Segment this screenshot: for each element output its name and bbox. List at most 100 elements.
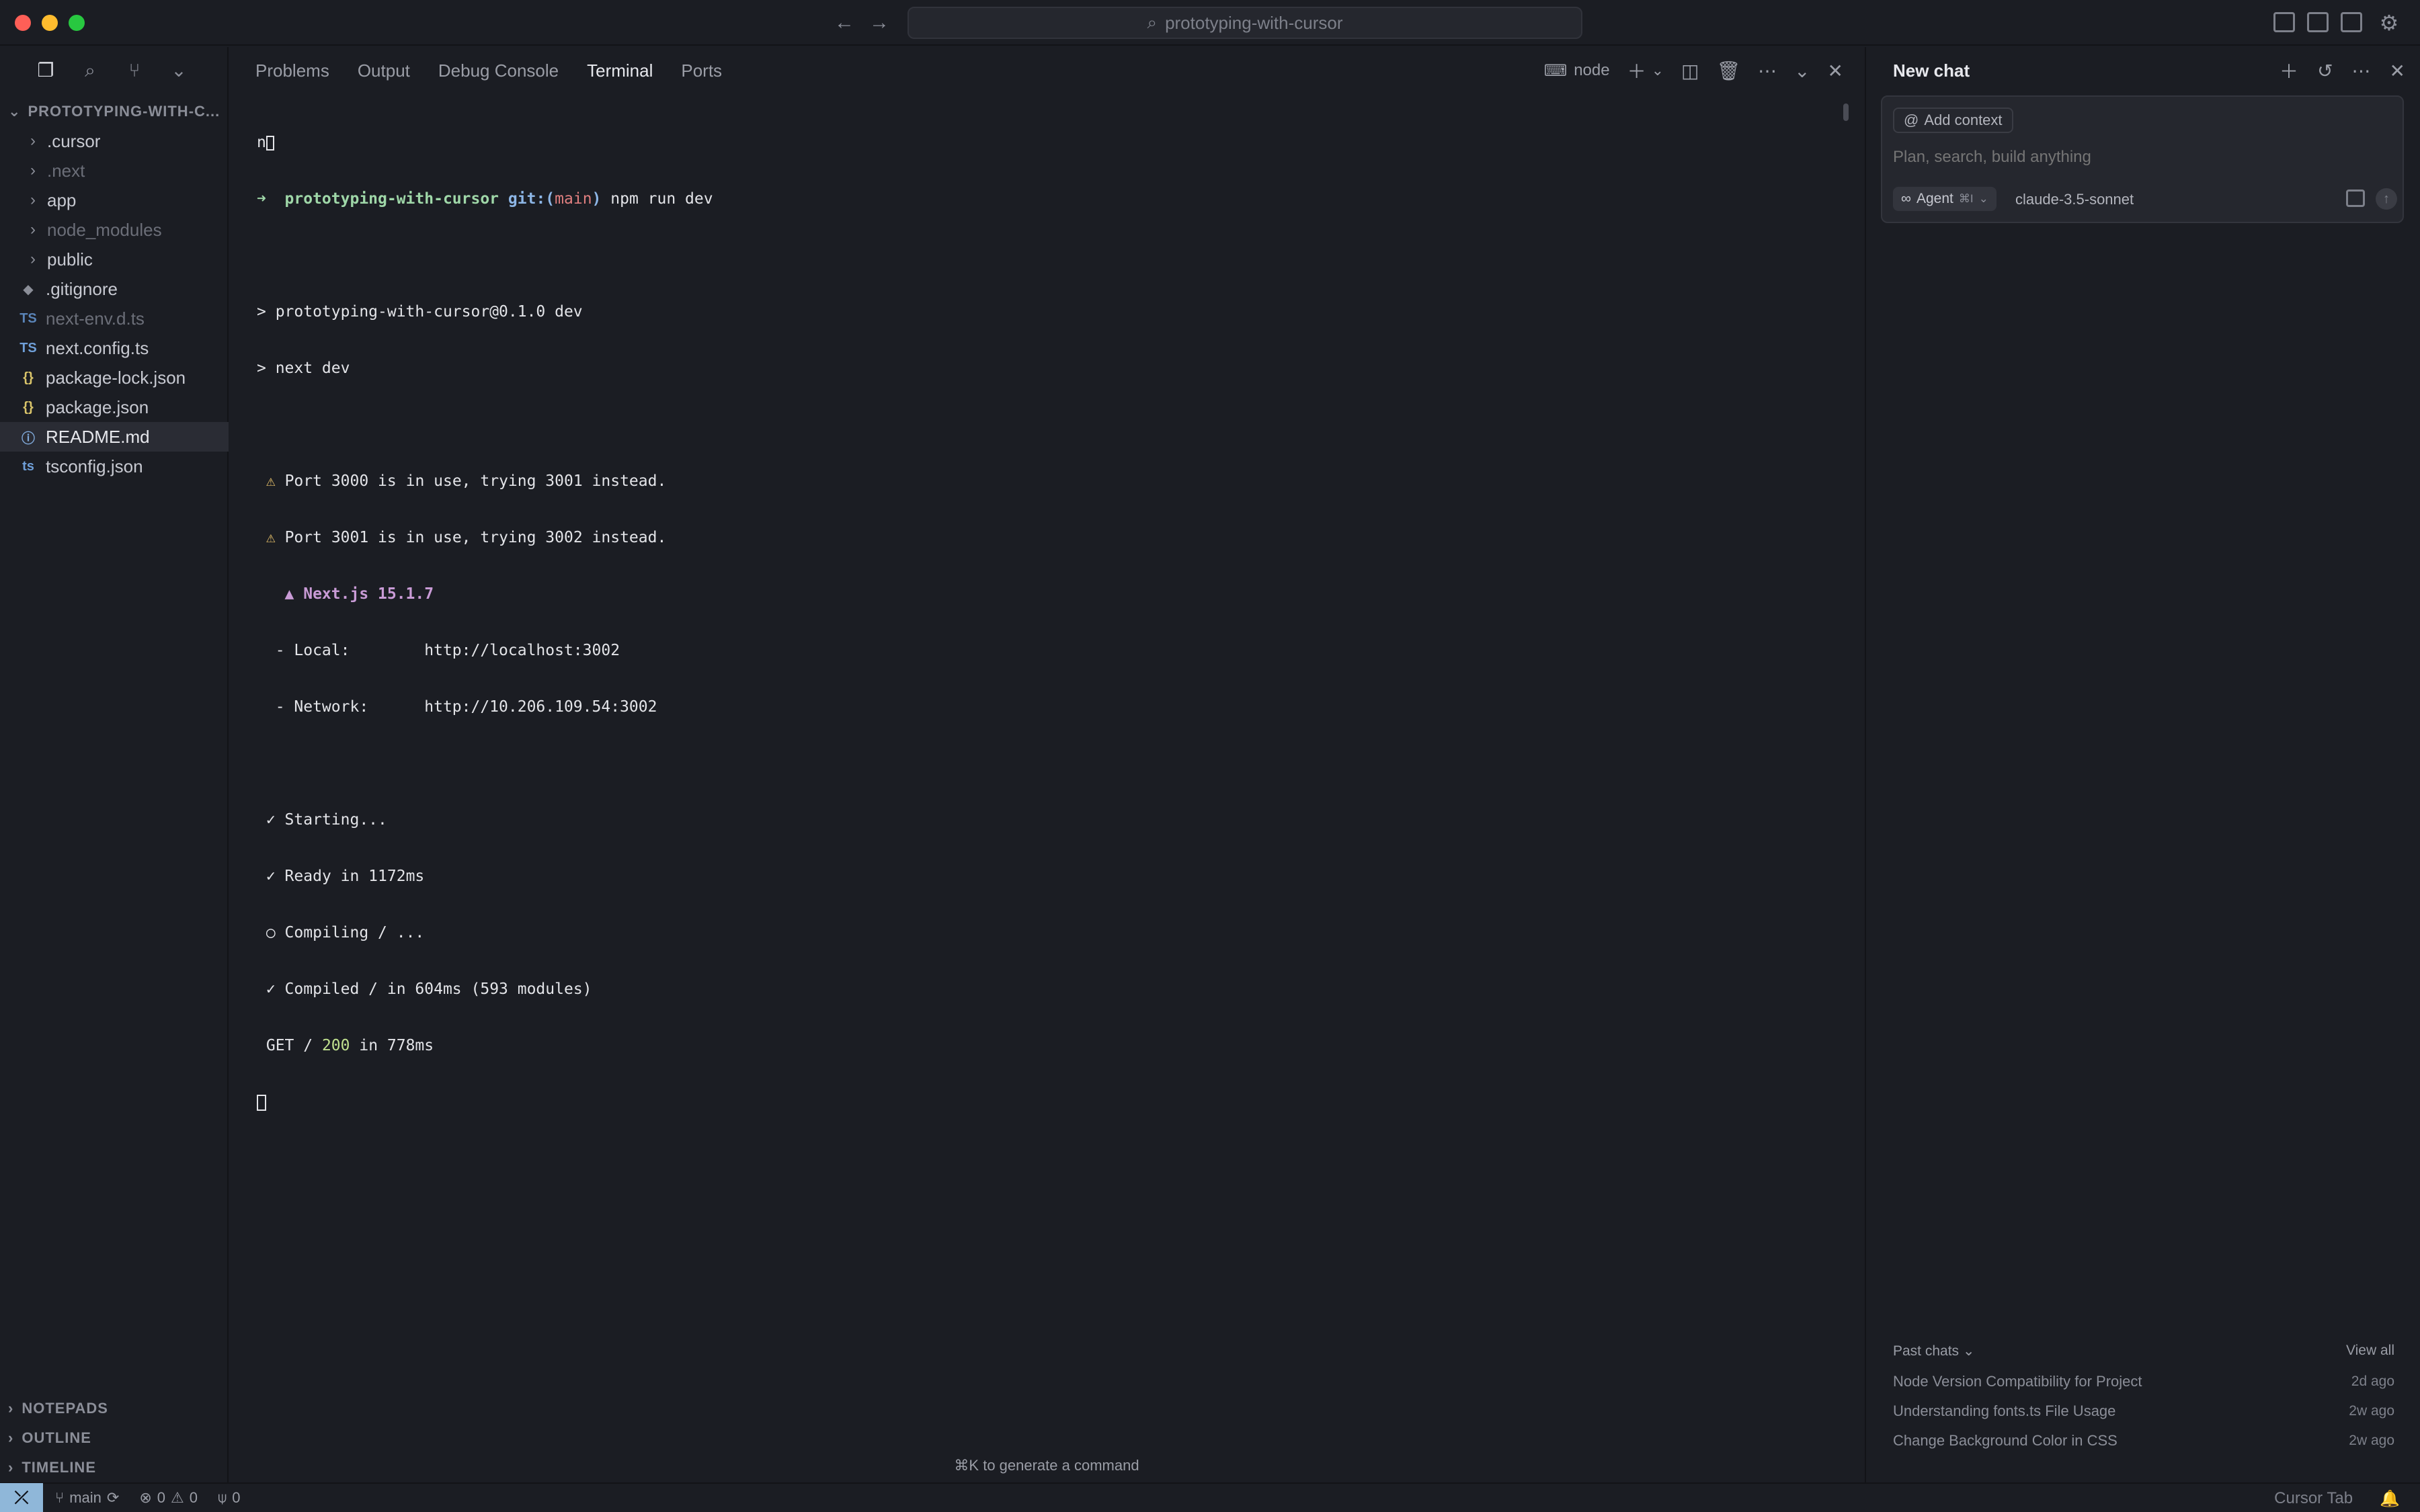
- section-outline[interactable]: › OUTLINE: [0, 1423, 229, 1453]
- close-icon[interactable]: ✕: [2390, 60, 2405, 82]
- problems-indicator[interactable]: ⊗ 0 ⚠ 0: [139, 1489, 198, 1507]
- chevron-right-icon: ›: [8, 1429, 14, 1446]
- view-all-link[interactable]: View all: [2346, 1343, 2394, 1359]
- tree-file-package-json[interactable]: {} package.json: [0, 392, 229, 422]
- past-chat-item[interactable]: Node Version Compatibility for Project 2…: [1893, 1368, 2394, 1395]
- bell-icon[interactable]: 🔔: [2380, 1489, 2400, 1509]
- explorer-root-folder[interactable]: ⌄ PROTOTYPING-WITH-C...: [0, 97, 229, 126]
- explorer-files-icon[interactable]: ❐: [34, 58, 58, 83]
- toggle-primary-sidebar-icon[interactable]: [2273, 12, 2295, 32]
- tab-terminal[interactable]: Terminal: [587, 60, 653, 81]
- search-view-icon[interactable]: ⌕: [78, 58, 102, 83]
- chevron-down-icon: ⌄: [8, 103, 22, 120]
- chevron-down-icon[interactable]: ⌄: [167, 58, 191, 83]
- typescript-file-icon: TS: [19, 310, 37, 326]
- toggle-panel-icon[interactable]: [2307, 12, 2329, 32]
- remote-indicator-icon[interactable]: ⤫: [0, 1483, 43, 1512]
- tab-debug-console[interactable]: Debug Console: [438, 60, 559, 81]
- tree-file-next-config[interactable]: TS next.config.ts: [0, 333, 229, 363]
- tree-folder-public[interactable]: › public: [0, 245, 229, 274]
- toggle-secondary-sidebar-icon[interactable]: [2341, 12, 2362, 32]
- at-icon: @: [1904, 112, 1919, 128]
- tree-folder-node-modules[interactable]: › node_modules: [0, 215, 229, 245]
- minimize-window-button[interactable]: [42, 15, 58, 31]
- terminal-selector[interactable]: ⌨ node: [1544, 61, 1610, 81]
- more-actions-icon[interactable]: ⋯: [1758, 60, 1777, 82]
- trash-icon[interactable]: 🗑: [1717, 60, 1741, 82]
- source-control-icon[interactable]: ⑂: [122, 58, 147, 83]
- history-icon[interactable]: ↺: [2317, 60, 2333, 82]
- chevron-down-icon[interactable]: ⌄: [1652, 62, 1664, 79]
- terminal-marker: [266, 135, 274, 151]
- tree-item-label: .cursor: [47, 130, 101, 151]
- past-chats-header[interactable]: Past chats ⌄: [1893, 1343, 1975, 1359]
- branch-indicator[interactable]: ⑂ main ⟳: [55, 1489, 119, 1507]
- section-timeline[interactable]: › TIMELINE: [0, 1453, 229, 1482]
- split-terminal-icon[interactable]: ◫: [1681, 60, 1699, 82]
- gear-icon[interactable]: ⚙: [2376, 9, 2403, 36]
- add-context-button[interactable]: @ Add context: [1893, 108, 2013, 133]
- prompt-git: git:(: [508, 190, 555, 208]
- ports-indicator[interactable]: ⍦ 0: [218, 1489, 240, 1507]
- tree-file-gitignore[interactable]: ◆ .gitignore: [0, 274, 229, 304]
- tree-file-readme[interactable]: ⓘ README.md: [0, 422, 229, 452]
- past-chat-age: 2w ago: [2349, 1433, 2394, 1448]
- back-arrow-icon[interactable]: ←: [831, 9, 858, 36]
- terminal-line: ✓ Ready in 1172ms: [257, 867, 1830, 886]
- warning-icon: ⚠: [266, 529, 276, 546]
- past-chats-label: Past chats: [1893, 1343, 1960, 1359]
- chevron-right-icon: ›: [30, 220, 36, 239]
- command-center-label: prototyping-with-cursor: [1165, 12, 1343, 33]
- chevron-down-icon[interactable]: ⌄: [1794, 60, 1810, 82]
- section-label: OUTLINE: [22, 1429, 91, 1446]
- bottom-panel: Problems Output Debug Console Terminal P…: [230, 47, 1863, 1482]
- tab-output[interactable]: Output: [358, 60, 410, 81]
- prompt-arrow: ➜: [257, 190, 285, 208]
- more-actions-icon[interactable]: ⋯: [2352, 60, 2371, 82]
- terminal-scrollbar[interactable]: [1843, 103, 1849, 121]
- chat-input[interactable]: [1893, 144, 2390, 171]
- send-arrow-icon[interactable]: ↑: [2376, 188, 2397, 210]
- tab-problems[interactable]: Problems: [255, 60, 329, 81]
- section-label: NOTEPADS: [22, 1400, 108, 1417]
- new-terminal-plus-icon[interactable]: ＋: [1627, 57, 1646, 84]
- tree-file-next-env[interactable]: TS next-env.d.ts: [0, 304, 229, 333]
- close-icon[interactable]: ✕: [1828, 60, 1843, 82]
- terminal-line: ▲ Next.js 15.1.7: [257, 585, 1830, 603]
- section-notepads[interactable]: › NOTEPADS: [0, 1394, 229, 1423]
- prompt-dir: prototyping-with-cursor: [284, 190, 499, 208]
- new-chat-plus-icon[interactable]: ＋: [2280, 57, 2298, 84]
- terminal-line: ○ Compiling / ...: [257, 923, 1830, 942]
- terminal-output[interactable]: n ➜ prototyping-with-cursor git:(main) n…: [257, 95, 1830, 1149]
- tree-folder-next[interactable]: › .next: [0, 156, 229, 185]
- past-chat-item[interactable]: Change Background Color in CSS 2w ago: [1893, 1427, 2394, 1454]
- tree-file-tsconfig[interactable]: ts tsconfig.json: [0, 452, 229, 481]
- terminal-cursor: [257, 1094, 266, 1111]
- tab-ports[interactable]: Ports: [681, 60, 722, 81]
- agent-mode-selector[interactable]: ∞ Agent ⌘I ⌄: [1893, 187, 1997, 211]
- tree-item-label: tsconfig.json: [46, 456, 143, 476]
- tree-folder-app[interactable]: › app: [0, 185, 229, 215]
- terminal-text: in 778ms: [350, 1037, 434, 1054]
- generate-command-hint: ⌘K to generate a command: [954, 1457, 1139, 1474]
- tsconfig-file-icon: ts: [22, 458, 34, 474]
- model-selector[interactable]: claude-3.5-sonnet: [2015, 191, 2134, 208]
- past-chat-title: Understanding fonts.ts File Usage: [1893, 1402, 2116, 1419]
- prompt-close: ): [592, 190, 602, 208]
- close-window-button[interactable]: [15, 15, 31, 31]
- tree-file-package-lock[interactable]: {} package-lock.json: [0, 363, 229, 392]
- cursor-tab-status[interactable]: Cursor Tab: [2274, 1489, 2353, 1508]
- chevron-right-icon: ›: [30, 191, 36, 209]
- add-context-label: Add context: [1924, 112, 2003, 128]
- command-center-search[interactable]: ⌕ prototyping-with-cursor: [908, 7, 1582, 39]
- past-chat-item[interactable]: Understanding fonts.ts File Usage 2w ago: [1893, 1398, 2394, 1425]
- terminal-line: GET / 200 in 778ms: [257, 1036, 1830, 1055]
- image-attach-icon[interactable]: [2346, 190, 2365, 207]
- tree-folder-cursor[interactable]: › .cursor: [0, 126, 229, 156]
- status-right: Cursor Tab 🔔: [2274, 1484, 2400, 1512]
- chevron-right-icon: ›: [30, 132, 36, 150]
- maximize-window-button[interactable]: [69, 15, 85, 31]
- forward-arrow-icon[interactable]: →: [866, 9, 893, 36]
- tree-item-label: node_modules: [47, 219, 162, 240]
- typescript-file-icon: TS: [19, 340, 37, 355]
